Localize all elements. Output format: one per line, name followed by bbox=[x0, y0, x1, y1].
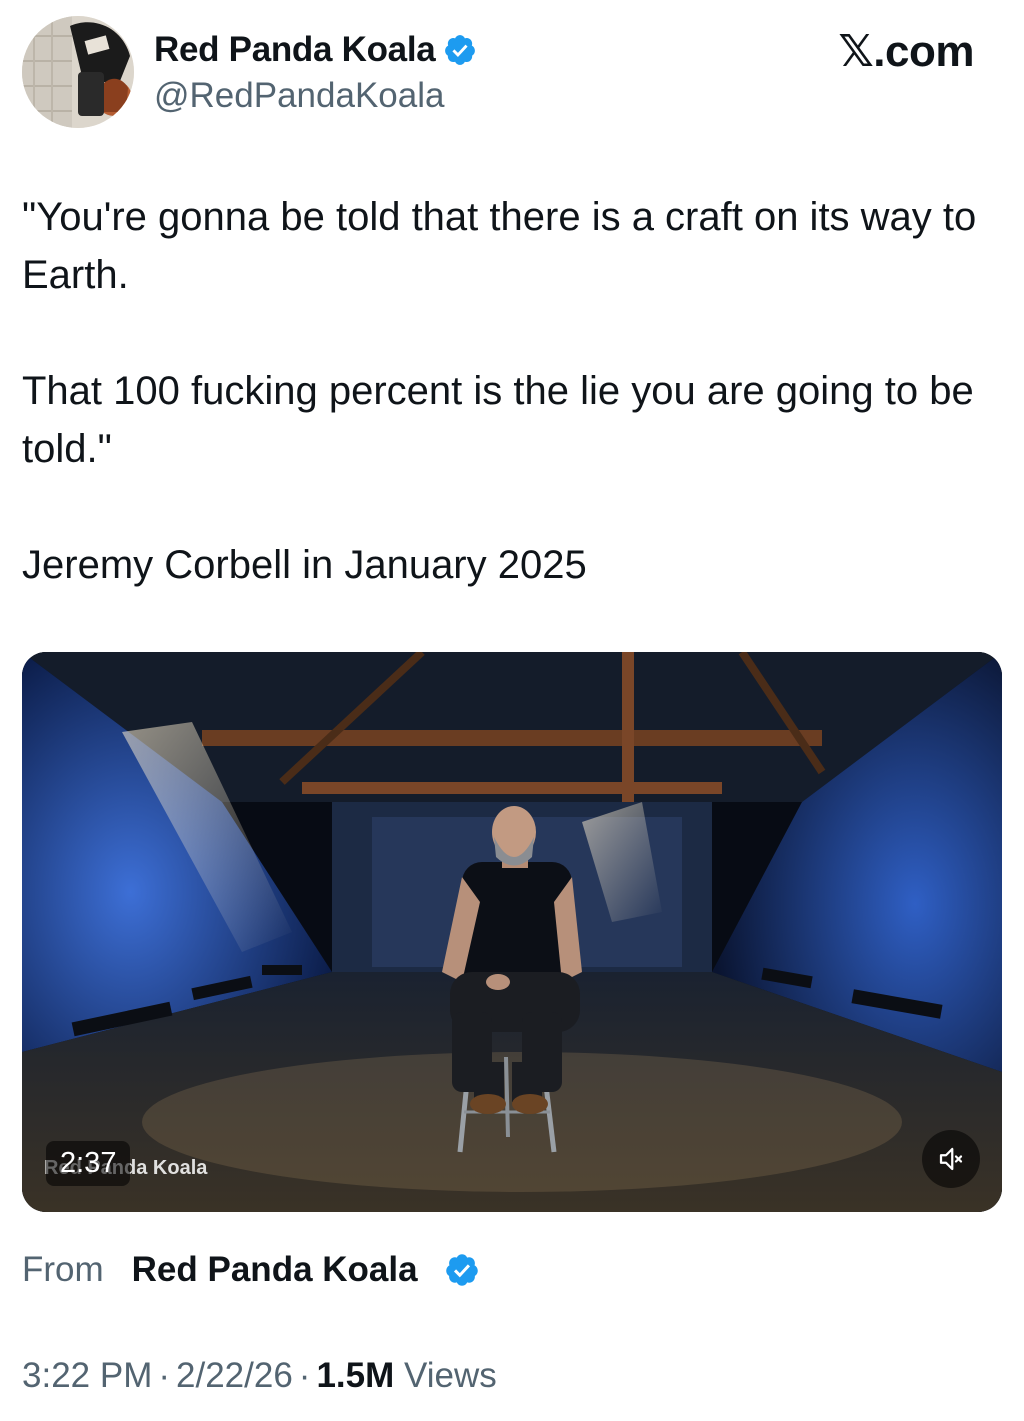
tweet-meta: 3:22 PM · 2/22/26 · 1.5M Views bbox=[22, 1356, 497, 1396]
video-player[interactable]: Red Panda Koala 2:37 bbox=[22, 652, 1002, 1212]
views-count: 1.5M bbox=[316, 1356, 395, 1395]
video-duration-badge: 2:37 bbox=[46, 1141, 131, 1186]
from-attribution: From Red Panda Koala bbox=[22, 1244, 480, 1296]
tweet-time[interactable]: 3:22 PM bbox=[22, 1356, 152, 1395]
from-label: From bbox=[22, 1250, 104, 1289]
mute-button[interactable] bbox=[922, 1130, 980, 1188]
video-frame bbox=[22, 652, 1002, 1212]
tweet-paragraph: That 100 fucking percent is the lie you … bbox=[22, 369, 974, 471]
verified-badge-icon bbox=[445, 35, 476, 65]
meta-separator: · bbox=[158, 1356, 171, 1395]
tweet-date[interactable]: 2/22/26 bbox=[176, 1356, 293, 1395]
views-label: Views bbox=[404, 1356, 497, 1395]
from-author-link[interactable]: Red Panda Koala bbox=[132, 1250, 418, 1290]
author-name-row[interactable]: Red Panda Koala bbox=[154, 28, 477, 72]
tweet-paragraph: Jeremy Corbell in January 2025 bbox=[22, 543, 587, 587]
author-display-name[interactable]: Red Panda Koala bbox=[154, 30, 436, 70]
author-handle[interactable]: @RedPandaKoala bbox=[154, 76, 444, 116]
avatar-photo bbox=[22, 16, 134, 128]
x-logo: 𝕏.com bbox=[838, 27, 974, 76]
verified-badge-icon bbox=[445, 1254, 478, 1286]
volume-muted-icon bbox=[939, 1147, 963, 1171]
meta-separator: · bbox=[298, 1356, 311, 1395]
avatar[interactable] bbox=[22, 16, 134, 128]
tweet-text: "You're gonna be told that there is a cr… bbox=[22, 188, 997, 594]
tweet-paragraph: "You're gonna be told that there is a cr… bbox=[22, 195, 977, 297]
